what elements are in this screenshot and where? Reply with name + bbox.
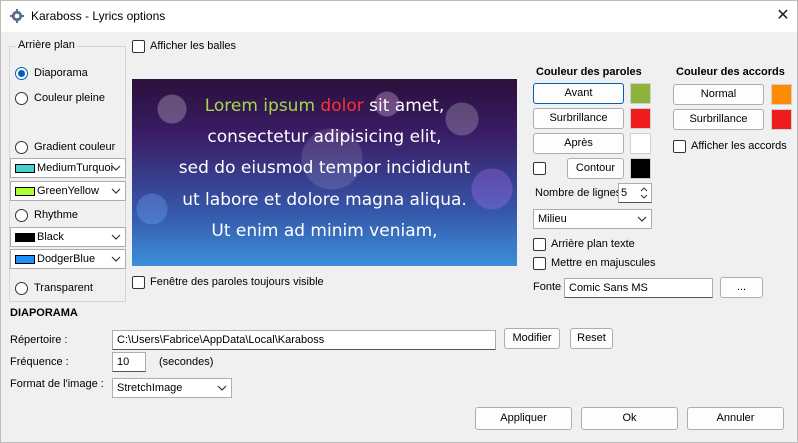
rhythm-radio[interactable] [15,209,28,222]
text-background-checkbox[interactable] [533,238,546,251]
image-format-label: Format de l'image : [10,378,104,390]
directory-label: Répertoire : [10,334,68,346]
outline-color-button[interactable]: Contour [567,158,624,179]
background-group-label: Arrière plan [16,39,77,51]
show-balls-label: Afficher les balles [150,40,237,52]
gradient-color1-select[interactable]: MediumTurquoi [10,158,126,178]
chevron-down-icon [111,165,121,171]
lyric-current-word: dolor [320,96,364,116]
chords-normal-button[interactable]: Normal [673,84,764,105]
image-format-value: StretchImage [117,382,183,394]
after-color-button[interactable]: Après [533,133,624,154]
chords-colors-heading: Couleur des accords [676,66,785,78]
chevron-down-icon [637,216,647,222]
before-color-swatch[interactable] [630,83,651,104]
lyric-sung-text: Lorem ipsum [204,96,321,116]
lyric-line-2: consectetur adipisicing elit, [207,127,442,147]
gradient-color1-swatch [15,163,35,173]
gear-icon [10,9,24,23]
font-browse-button[interactable]: ... [720,277,763,298]
position-select[interactable]: Milieu [533,209,652,229]
chevron-down-icon [111,188,121,194]
lyrics-options-window: Karaboss - Lyrics options ✕ Arrière plan… [0,0,798,443]
outline-color-swatch[interactable] [630,158,651,179]
highlight-color-swatch[interactable] [630,108,651,129]
rhythm-color1-swatch [15,232,35,242]
highlight-color-button[interactable]: Surbrillance [533,108,624,129]
lyric-line-3: sed do eiusmod tempor incididunt [178,158,471,178]
rhythm-label: Rhythme [34,209,79,221]
font-field[interactable]: Comic Sans MS [564,278,713,298]
gradient-color1-value: MediumTurquoi [37,162,114,174]
spin-arrows-icon[interactable] [638,184,650,202]
directory-field[interactable]: C:\Users\Fabrice\AppData\Local\Karaboss [112,330,496,350]
font-label: Fonte : [533,281,568,293]
diaporama-label: Diaporama [34,67,88,79]
diaporama-radio[interactable] [15,67,28,80]
modify-button[interactable]: Modifier [504,328,560,349]
image-format-select[interactable]: StretchImage [112,378,232,398]
gradient-color2-value: GreenYellow [37,185,99,197]
text-background-label: Arrière plan texte [551,238,635,250]
always-visible-checkbox[interactable] [132,276,145,289]
lines-count-label: Nombre de lignes [535,187,622,199]
lyrics-preview: Lorem ipsum dolor sit amet, consectetur … [132,79,517,266]
apply-button[interactable]: Appliquer [475,407,572,430]
rhythm-color1-value: Black [37,231,64,243]
gradient-radio[interactable] [15,141,28,154]
rhythm-color2-swatch [15,254,35,264]
close-icon[interactable]: ✕ [773,6,793,26]
lyrics-colors-heading: Couleur des paroles [536,66,642,78]
solid-color-label: Couleur pleine [34,92,105,104]
gradient-color2-select[interactable]: GreenYellow [10,181,126,201]
chords-normal-swatch[interactable] [771,84,792,105]
rhythm-color2-value: DodgerBlue [37,253,96,265]
frequency-label: Fréquence : [10,356,69,368]
show-chords-checkbox[interactable] [673,140,686,153]
reset-button[interactable]: Reset [570,328,613,349]
show-balls-checkbox[interactable] [132,40,145,53]
cancel-button[interactable]: Annuler [687,407,784,430]
rhythm-color2-select[interactable]: DodgerBlue [10,249,126,269]
gradient-label: Gradient couleur [34,141,116,153]
uppercase-checkbox[interactable] [533,257,546,270]
transparent-label: Transparent [34,282,93,294]
transparent-radio[interactable] [15,282,28,295]
frequency-field[interactable]: 10 [112,352,146,372]
chords-highlight-button[interactable]: Surbrillance [673,109,764,130]
window-title: Karaboss - Lyrics options [31,9,166,23]
ok-button[interactable]: Ok [581,407,678,430]
position-value: Milieu [538,213,567,225]
always-visible-label: Fenêtre des paroles toujours visible [150,276,324,288]
lyric-line-5: Ut enim ad minim veniam, [211,221,438,241]
rhythm-color1-select[interactable]: Black [10,227,126,247]
title-bar: Karaboss - Lyrics options ✕ [1,1,797,32]
frequency-unit: (secondes) [159,356,214,368]
uppercase-label: Mettre en majuscules [551,257,656,269]
lyric-rest-text: sit amet, [363,96,445,116]
chords-highlight-swatch[interactable] [771,109,792,130]
lyric-line-4: ut labore et dolore magna aliqua. [182,190,467,210]
outline-checkbox[interactable] [533,162,546,175]
after-color-swatch[interactable] [630,133,651,154]
before-color-button[interactable]: Avant [533,83,624,104]
lyric-line-1: Lorem ipsum dolor sit amet, [132,96,517,116]
chevron-down-icon [217,385,227,391]
slideshow-heading: DIAPORAMA [10,307,78,319]
solid-color-radio[interactable] [15,92,28,105]
chevron-down-icon [111,234,121,240]
gradient-color2-swatch [15,186,35,196]
chevron-down-icon [111,256,121,262]
show-chords-label: Afficher les accords [691,140,787,152]
lines-count-stepper[interactable]: 5 [618,183,652,203]
lines-count-value: 5 [621,187,628,199]
